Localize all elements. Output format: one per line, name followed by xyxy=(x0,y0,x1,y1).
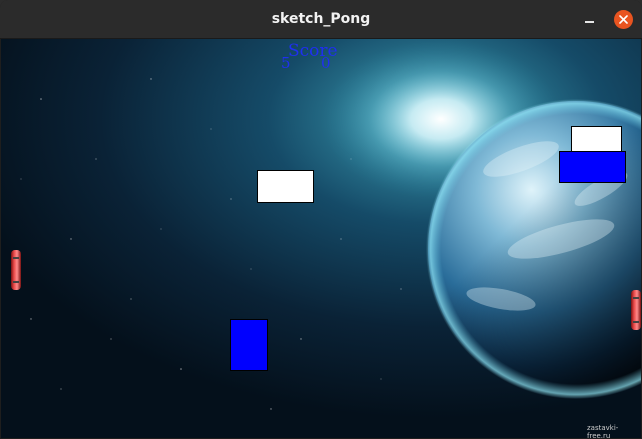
close-icon xyxy=(619,15,628,24)
paddle-right-mark xyxy=(631,290,641,330)
window-title: sketch_Pong xyxy=(271,11,371,27)
space-background xyxy=(1,39,641,438)
app-window: sketch_Pong Score 5 0 zastavki-free.ru xyxy=(0,0,642,439)
score-right: 0 xyxy=(321,54,331,72)
minimize-button[interactable] xyxy=(578,9,602,29)
game-canvas[interactable]: Score 5 0 zastavki-free.ru xyxy=(1,39,641,438)
white-block-center xyxy=(257,170,314,203)
title-bar[interactable]: sketch_Pong xyxy=(0,0,642,39)
blue-block-bottom xyxy=(230,319,268,371)
score-left: 5 xyxy=(281,54,291,72)
paddle-left-mark xyxy=(11,250,21,290)
watermark: zastavki-free.ru xyxy=(587,424,619,438)
white-block-right xyxy=(571,126,622,153)
blue-block-right xyxy=(559,151,626,183)
minimize-icon xyxy=(585,21,594,23)
close-button[interactable] xyxy=(614,10,633,29)
